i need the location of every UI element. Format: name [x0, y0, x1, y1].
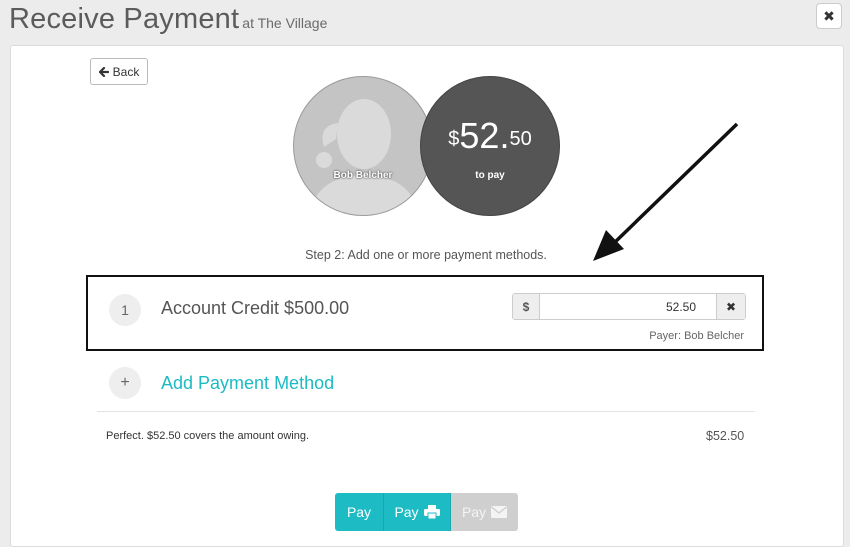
envelope-icon [491, 506, 508, 518]
customer-avatar: Bob Belcher [293, 76, 433, 216]
pay-and-email-button[interactable]: Pay [451, 493, 518, 531]
page-title-text: Receive Payment [9, 3, 240, 35]
amount-due-label: to pay [475, 170, 505, 181]
pay-print-label: Pay [394, 504, 419, 520]
plus-icon: + [109, 367, 141, 399]
pay-and-print-button[interactable]: Pay [384, 493, 451, 531]
method-name: Account Credit $500.00 [161, 298, 350, 318]
printer-icon [423, 505, 440, 519]
pay-button[interactable]: Pay [335, 493, 384, 531]
back-button-label: Back [112, 64, 140, 79]
title-bar: Receive Payment at The Village ✖ [0, 0, 850, 40]
back-button[interactable]: Back [90, 58, 148, 85]
pay-button-group: Pay Pay Pay [335, 493, 518, 531]
summary-amount: $52.50 [706, 429, 745, 443]
arrow-left-icon [98, 66, 109, 77]
close-icon: ✖ [823, 7, 835, 24]
method-number: 1 [109, 294, 141, 326]
amount-cents: 50 [509, 128, 532, 150]
close-button[interactable]: ✖ [816, 3, 842, 29]
page-subtitle: at The Village [242, 15, 328, 31]
add-payment-method[interactable]: + Add Payment Method [86, 364, 764, 406]
currency-addon: $ [513, 294, 540, 319]
amount-currency: $ [448, 128, 460, 150]
amount-dollars: 52. [459, 115, 510, 156]
add-payment-method-label: Add Payment Method [161, 373, 335, 393]
divider [97, 411, 755, 412]
payment-method-row: 1 Account Credit $500.00 $ ✖ Payer: Bob … [86, 275, 764, 351]
amount-due-value: $52.50 [421, 118, 559, 154]
customer-name: Bob Belcher [333, 170, 393, 181]
pay-button-label: Pay [346, 504, 372, 520]
person-silhouette-icon [310, 99, 418, 215]
payer-label: Payer: Bob Belcher [649, 330, 744, 342]
pay-email-label: Pay [461, 504, 487, 520]
step-instructions: Step 2: Add one or more payment methods. [305, 248, 547, 262]
remove-method-button[interactable]: ✖ [716, 294, 745, 319]
summary-text: Perfect. $52.50 covers the amount owing. [106, 430, 310, 442]
method-amount-group: $ ✖ [512, 293, 746, 320]
method-amount-input[interactable] [540, 294, 716, 319]
payment-panel: Back Bob Belcher $52.50 to pay Step 2: A… [10, 45, 844, 547]
amount-due-circle: $52.50 to pay [420, 76, 560, 216]
page-title: Receive Payment at The Village [9, 3, 327, 36]
remove-icon: ✖ [725, 299, 737, 314]
